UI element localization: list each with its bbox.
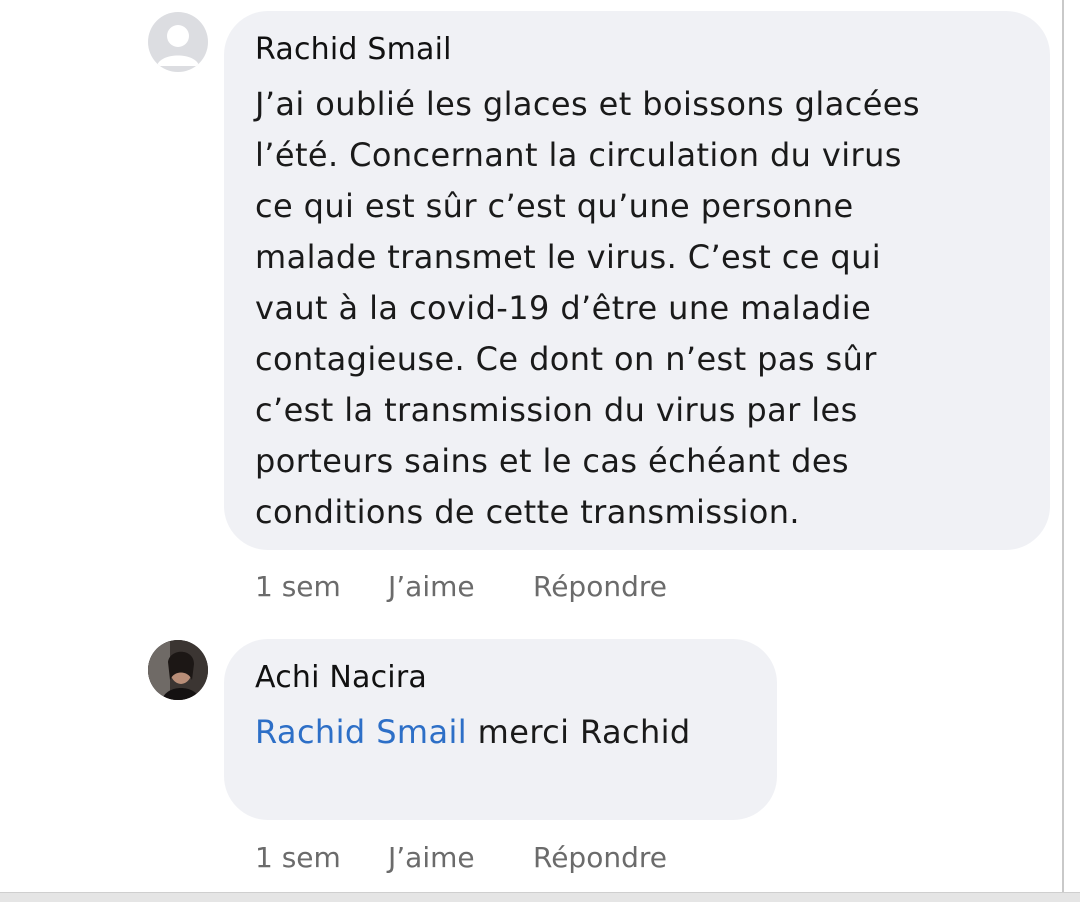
comment-text-line: Rachid Smail merci Rachid bbox=[255, 707, 747, 758]
comment-text-line: J’ai oublié les glaces et boissons glacé… bbox=[255, 85, 920, 123]
comment-text-line: malade transmet le virus. C’est ce qui bbox=[255, 238, 882, 276]
reply-button[interactable]: Répondre bbox=[533, 841, 667, 874]
bottom-divider bbox=[0, 892, 1080, 902]
comment-author[interactable]: Rachid Smail bbox=[255, 33, 1020, 67]
comment-text-line: contagieuse. Ce dont on n’est pas sûr bbox=[255, 340, 877, 378]
avatar-photo[interactable] bbox=[148, 640, 208, 700]
comment-text-line: porteurs sains et le cas échéant des bbox=[255, 442, 849, 480]
comment-text-line: ce qui est sûr c’est qu’une personne bbox=[255, 187, 854, 225]
like-button[interactable]: J’aime bbox=[388, 570, 475, 603]
default-user-icon bbox=[157, 25, 199, 66]
comment-text-line: conditions de cette transmission. bbox=[255, 493, 800, 531]
reply-button[interactable]: Répondre bbox=[533, 570, 667, 603]
profile-photo-icon bbox=[148, 640, 208, 700]
comment-author[interactable]: Achi Nacira bbox=[255, 661, 747, 695]
mention-link[interactable]: Rachid Smail bbox=[255, 713, 467, 751]
like-button[interactable]: J’aime bbox=[388, 841, 475, 874]
comment-text-line: l’été. Concernant la circulation du viru… bbox=[255, 136, 902, 174]
comment-text-line: c’est la transmission du virus par les bbox=[255, 391, 858, 429]
comment-text: Rachid Smail merci Rachid bbox=[255, 707, 747, 758]
comment-bubble: Achi Nacira Rachid Smail merci Rachid bbox=[224, 639, 777, 820]
comment-body: merci Rachid bbox=[477, 713, 691, 751]
comment-text: J’ai oublié les glaces et boissons glacé… bbox=[255, 79, 1020, 538]
avatar-default-icon[interactable] bbox=[148, 12, 208, 72]
comment-timestamp[interactable]: 1 sem bbox=[255, 570, 341, 603]
scrollbar-track bbox=[1062, 0, 1064, 892]
comment-timestamp[interactable]: 1 sem bbox=[255, 841, 341, 874]
comment-text-line: vaut à la covid-19 d’être une maladie bbox=[255, 289, 872, 327]
comment-bubble: Rachid Smail J’ai oublié les glaces et b… bbox=[224, 11, 1050, 550]
